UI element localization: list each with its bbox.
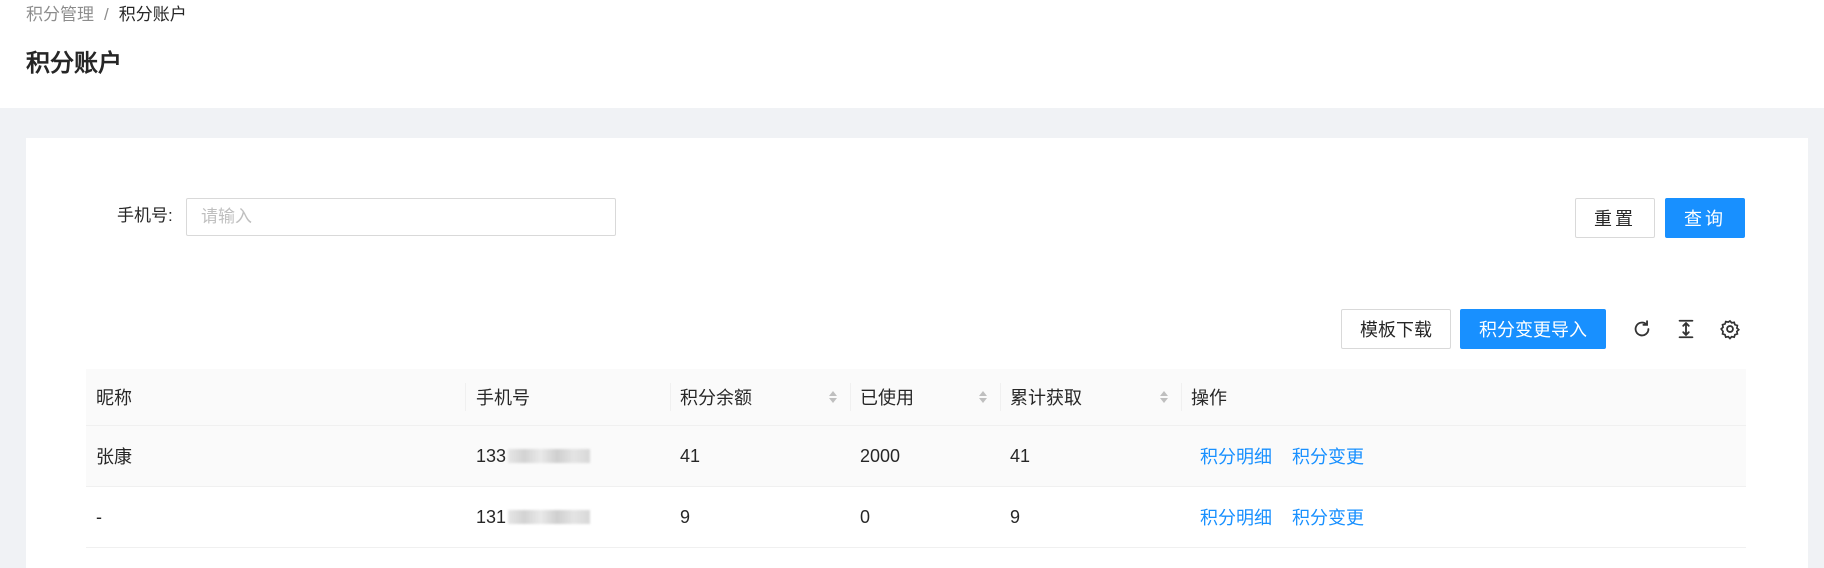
sort-icon[interactable] [1159, 389, 1169, 405]
table-row: 张康 133 41 2000 41 积分明细 积分变更 [86, 426, 1746, 487]
points-change-link[interactable]: 积分变更 [1292, 504, 1364, 530]
sort-icon[interactable] [828, 389, 838, 405]
column-header-total-label: 累计获取 [1010, 388, 1082, 408]
query-button[interactable]: 查询 [1665, 198, 1745, 238]
column-header-phone: 手机号 [476, 388, 530, 408]
points-detail-link[interactable]: 积分明细 [1200, 504, 1272, 530]
column-header-total[interactable]: 累计获取 [1000, 369, 1181, 425]
cell-nickname: - [96, 506, 102, 527]
cell-balance: 41 [680, 445, 701, 466]
cell-used: 2000 [860, 445, 901, 466]
masked-phone-digits [508, 510, 591, 524]
breadcrumb-separator: / [104, 5, 109, 24]
column-header-used[interactable]: 已使用 [850, 369, 1000, 425]
cell-balance: 9 [680, 506, 691, 527]
reset-button[interactable]: 重置 [1575, 198, 1655, 238]
cell-used: 0 [860, 506, 871, 527]
breadcrumb: 积分管理 / 积分账户 [26, 4, 187, 26]
page-background-gap [1808, 108, 1824, 554]
content-card: 手机号: 重置 查询 模板下载 积分变更导入 昵称 手机号 [26, 138, 1808, 568]
points-change-import-button[interactable]: 积分变更导入 [1460, 309, 1606, 349]
column-header-nickname: 昵称 [96, 388, 132, 408]
points-change-link[interactable]: 积分变更 [1292, 443, 1364, 469]
page-title: 积分账户 [26, 50, 122, 77]
column-height-icon[interactable] [1672, 315, 1700, 343]
cell-phone: 133 [466, 426, 591, 486]
cell-phone-prefix: 133 [476, 445, 507, 466]
points-detail-link[interactable]: 积分明细 [1200, 443, 1272, 469]
cell-actions: 积分明细 积分变更 [1190, 487, 1384, 547]
cell-nickname: 张康 [96, 447, 132, 467]
points-account-table: 昵称 手机号 积分余额 已使用 累计获取 操作 张康 133 41 2000 4… [86, 369, 1746, 548]
cell-phone: 131 [466, 487, 591, 547]
table-row: - 131 9 0 9 积分明细 积分变更 [86, 487, 1746, 548]
column-header-balance[interactable]: 积分余额 [670, 369, 850, 425]
template-download-button[interactable]: 模板下载 [1341, 309, 1451, 349]
column-header-balance-label: 积分余额 [680, 388, 752, 408]
phone-search-label: 手机号: [117, 206, 173, 225]
cell-actions: 积分明细 积分变更 [1190, 426, 1384, 486]
setting-icon[interactable] [1716, 315, 1744, 343]
masked-phone-digits [508, 449, 591, 463]
cell-phone-prefix: 131 [476, 506, 507, 527]
cell-total: 41 [1010, 445, 1031, 466]
breadcrumb-link-points-management[interactable]: 积分管理 [26, 4, 94, 26]
page-header: 积分管理 / 积分账户 积分账户 [0, 0, 1824, 108]
sort-icon[interactable] [978, 389, 988, 405]
column-header-actions: 操作 [1191, 388, 1227, 408]
breadcrumb-current: 积分账户 [118, 5, 187, 24]
cell-total: 9 [1010, 506, 1021, 527]
column-header-used-label: 已使用 [860, 388, 914, 408]
table-header: 昵称 手机号 积分余额 已使用 累计获取 操作 [86, 369, 1746, 426]
phone-search-input[interactable] [186, 198, 616, 236]
reload-icon[interactable] [1628, 315, 1656, 343]
